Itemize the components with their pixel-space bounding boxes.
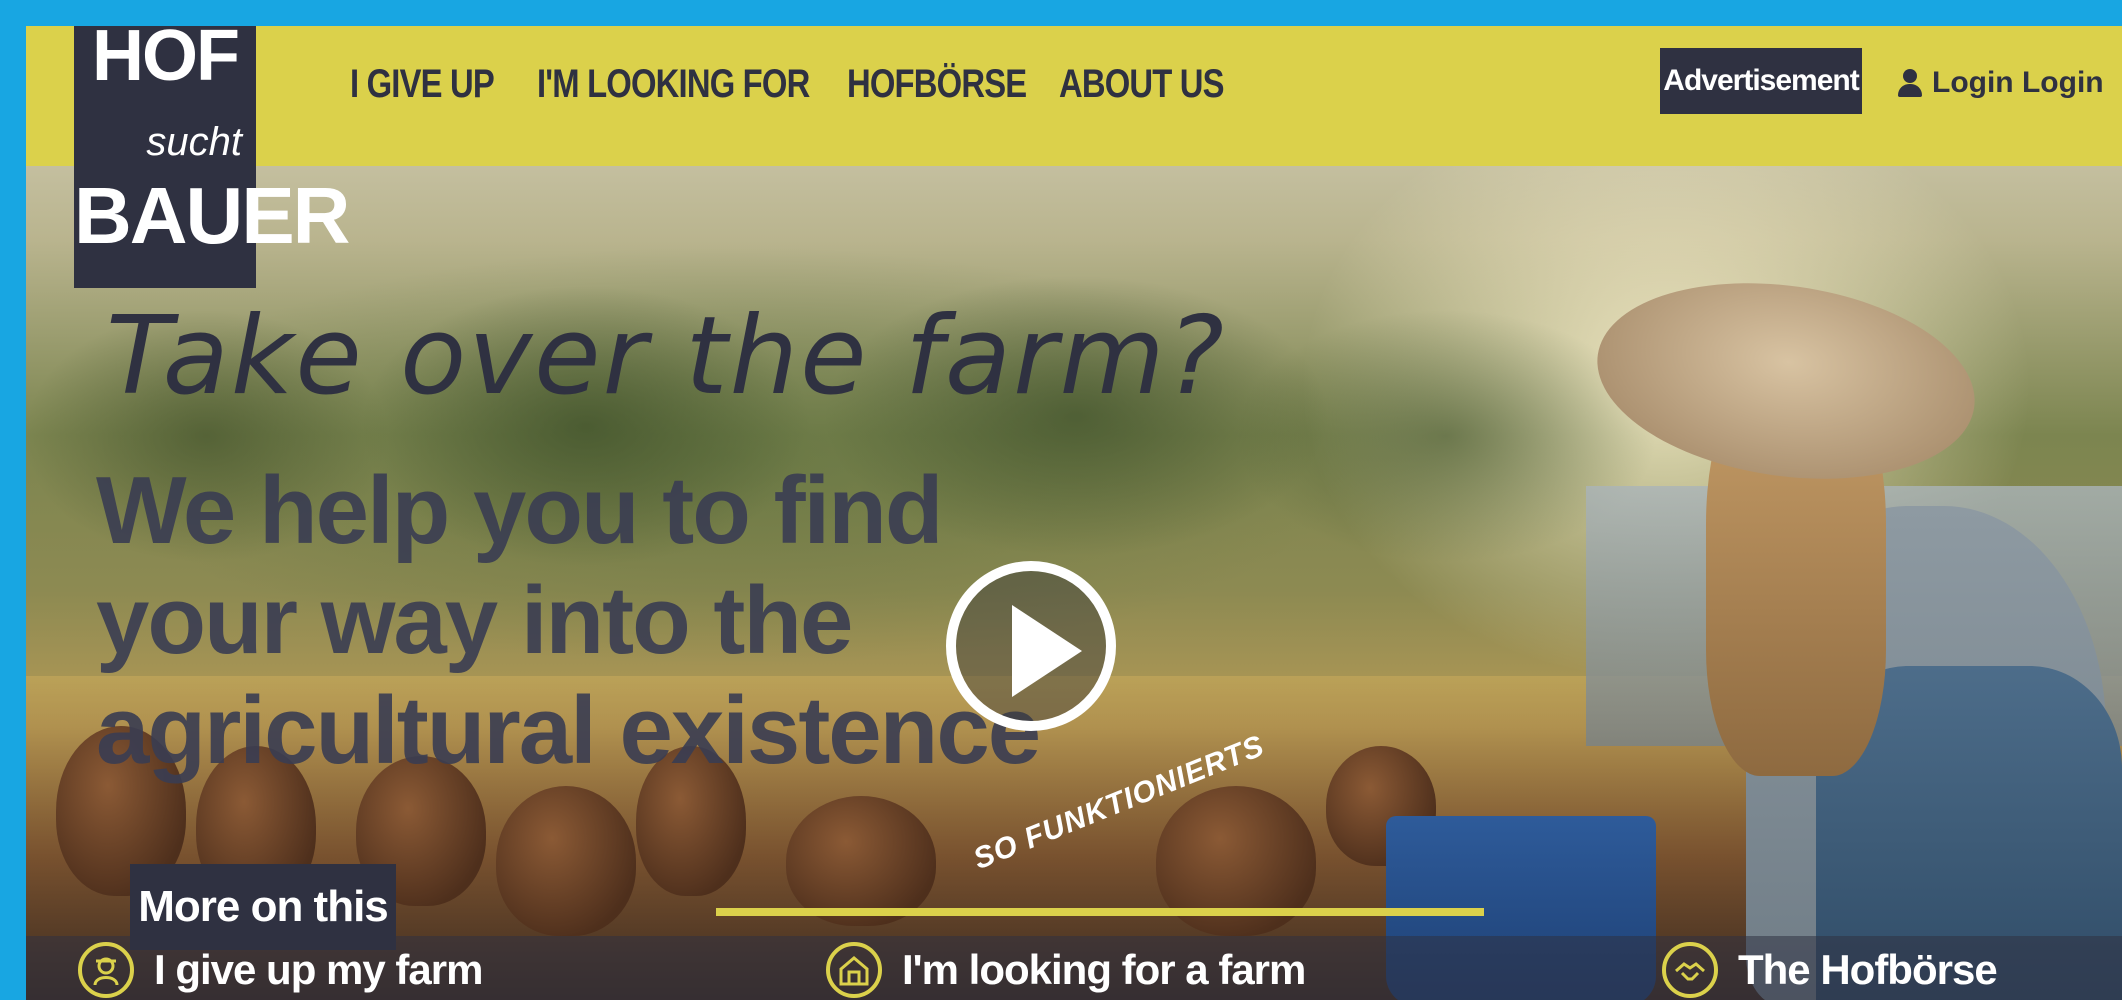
card-hofboerse[interactable]: The Hofbörse: [1662, 940, 1998, 1000]
user-icon: [1898, 69, 1922, 97]
card-label: I'm looking for a farm: [902, 946, 1306, 993]
logo-text-hof: HOF: [92, 26, 240, 96]
play-video-button[interactable]: [946, 561, 1116, 731]
card-label: The Hofbörse: [1738, 946, 1998, 993]
nav-i-give-up[interactable]: I GIVE UP: [350, 62, 495, 122]
nav-about-us[interactable]: ABOUT US: [1059, 62, 1225, 122]
chicken-image: [496, 786, 636, 936]
main-nav: I GIVE UP I'M LOOKING FOR HOFBÖRSE ABOUT…: [350, 62, 1229, 122]
card-label: I give up my farm: [154, 946, 483, 993]
logo-text-bauer: BAUER: [74, 171, 350, 260]
page-frame: I GIVE UP I'M LOOKING FOR HOFBÖRSE ABOUT…: [26, 26, 2122, 1000]
handshake-icon: [1662, 942, 1718, 998]
nav-im-looking-for[interactable]: I'M LOOKING FOR: [537, 62, 810, 122]
hero-subtitle: We help you to find your way into the ag…: [96, 457, 1041, 784]
login-label: Login Login: [1932, 66, 2104, 99]
barn-icon: [826, 942, 882, 998]
nav-hofboerse[interactable]: HOFBÖRSE: [847, 62, 1027, 122]
hero-title: Take over the farm?: [106, 294, 1227, 419]
advertisement-button[interactable]: Advertisement: [1660, 48, 1862, 114]
active-card-indicator: [716, 908, 1484, 916]
site-logo[interactable]: HOF sucht BAUER: [74, 26, 350, 288]
card-give-up-farm[interactable]: I give up my farm: [78, 940, 483, 1000]
chicken-image: [786, 796, 936, 926]
card-looking-for-farm[interactable]: I'm looking for a farm: [826, 940, 1306, 1000]
farmer-icon: [78, 942, 134, 998]
login-link[interactable]: Login Login: [1898, 58, 2104, 108]
more-on-this-label: More on this: [130, 864, 396, 950]
logo-text-sucht: sucht: [146, 120, 242, 164]
play-icon: [1012, 605, 1082, 697]
site-header: I GIVE UP I'M LOOKING FOR HOFBÖRSE ABOUT…: [26, 26, 2122, 166]
